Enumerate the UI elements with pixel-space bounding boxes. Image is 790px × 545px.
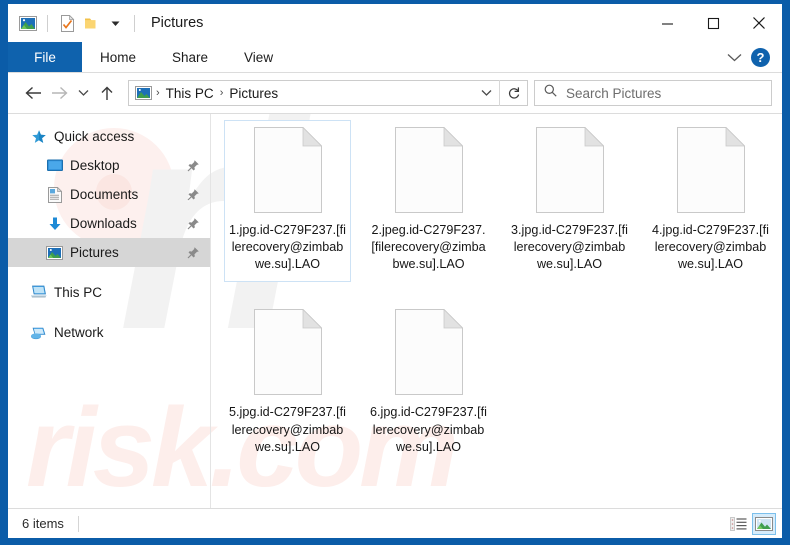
breadcrumb-separator-1[interactable]: › — [153, 87, 163, 99]
search-placeholder: Search Pictures — [566, 85, 662, 101]
generic-file-icon — [535, 126, 604, 213]
file-item[interactable]: 2.jpeg.id-C279F237.[filerecovery@zimbabw… — [365, 120, 492, 282]
help-button[interactable]: ? — [751, 47, 770, 67]
tab-share[interactable]: Share — [154, 42, 226, 72]
window-title: Pictures — [151, 15, 204, 31]
minimize-button[interactable] — [644, 4, 690, 42]
address-field[interactable]: › This PC › Pictures — [128, 80, 528, 106]
file-name-label: 1.jpg.id-C279F237.[filerecovery@zimbabwe… — [229, 223, 346, 272]
explorer-body: rl risk.com Quick access Desktop Documen… — [8, 113, 782, 508]
tab-file[interactable]: File — [8, 42, 82, 72]
file-item[interactable]: 5.jpg.id-C279F237.[filerecovery@zimbabwe… — [224, 302, 351, 464]
search-input[interactable]: Search Pictures — [534, 80, 772, 106]
sidebar-item-documents[interactable]: Documents — [8, 180, 210, 209]
ribbon-tabs: File Home Share View ? — [8, 42, 782, 73]
status-bar: 6 items — [8, 508, 782, 538]
sidebar-item-label: Desktop — [70, 158, 120, 173]
new-folder-icon[interactable] — [79, 11, 103, 35]
file-name-label: 3.jpg.id-C279F237.[filerecovery@zimbabwe… — [511, 223, 628, 272]
title-bar: Pictures — [8, 4, 782, 42]
view-toggle-group — [726, 512, 776, 535]
file-name-label: 6.jpg.id-C279F237.[filerecovery@zimbabwe… — [370, 405, 487, 454]
pin-icon[interactable] — [186, 217, 200, 231]
file-name-label: 4.jpg.id-C279F237.[filerecovery@zimbabwe… — [652, 223, 769, 272]
file-list-view[interactable]: 1.jpg.id-C279F237.[filerecovery@zimbabwe… — [210, 114, 782, 508]
sidebar-item-network[interactable]: Network — [8, 318, 210, 347]
close-button[interactable] — [736, 4, 782, 42]
file-item[interactable]: 4.jpg.id-C279F237.[filerecovery@zimbabwe… — [647, 120, 774, 282]
generic-file-icon — [253, 308, 322, 396]
quick-access-toolbar — [8, 11, 142, 35]
sidebar-item-quick-access[interactable]: Quick access — [8, 122, 210, 151]
pin-icon[interactable] — [186, 246, 200, 260]
sidebar-item-label: Network — [54, 325, 104, 340]
back-button[interactable] — [20, 80, 46, 106]
desktop-icon — [46, 157, 63, 174]
sidebar-item-label: Quick access — [54, 129, 135, 144]
sidebar-item-label: Downloads — [70, 216, 137, 231]
generic-file-icon — [394, 126, 463, 213]
generic-file-icon — [253, 126, 322, 213]
file-name-label: 5.jpg.id-C279F237.[filerecovery@zimbabwe… — [229, 405, 346, 454]
pictures-icon — [46, 244, 63, 261]
sidebar-item-label: This PC — [54, 285, 103, 300]
generic-file-icon — [676, 126, 745, 213]
details-view-button[interactable] — [726, 513, 750, 535]
network-icon — [30, 324, 47, 341]
file-item[interactable]: 1.jpg.id-C279F237.[filerecovery@zimbabwe… — [224, 120, 351, 283]
sidebar-item-pictures[interactable]: Pictures — [8, 238, 210, 267]
address-bar: › This PC › Pictures Search Pictures — [8, 73, 782, 113]
chevron-down-icon[interactable] — [720, 44, 748, 70]
star-icon — [30, 128, 47, 145]
breadcrumb-pictures[interactable]: Pictures — [226, 86, 281, 101]
this-pc-icon — [30, 284, 47, 301]
up-button[interactable] — [94, 80, 120, 106]
file-item[interactable]: 3.jpg.id-C279F237.[filerecovery@zimbabwe… — [506, 120, 633, 282]
file-item[interactable]: 6.jpg.id-C279F237.[filerecovery@zimbabwe… — [365, 302, 492, 464]
breadcrumb-separator-2[interactable]: › — [217, 87, 227, 99]
navigation-pane: Quick access Desktop Documents Downloads… — [8, 114, 210, 508]
downloads-icon — [46, 215, 63, 232]
item-count-label: 6 items — [22, 516, 64, 531]
sidebar-item-label: Documents — [70, 187, 139, 202]
pin-icon[interactable] — [186, 188, 200, 202]
sidebar-item-downloads[interactable]: Downloads — [8, 209, 210, 238]
qat-separator-2 — [134, 14, 135, 32]
breadcrumb-this-pc[interactable]: This PC — [163, 86, 217, 101]
pictures-breadcrumb-icon — [135, 85, 153, 101]
documents-icon — [46, 186, 63, 203]
file-explorer-window: Pictures File Home Share View ? › This P… — [8, 4, 782, 538]
ribbon-right-controls: ? — [720, 42, 782, 72]
pin-icon[interactable] — [186, 159, 200, 173]
tab-home[interactable]: Home — [82, 42, 154, 72]
status-separator — [77, 515, 79, 532]
sidebar-item-this-pc[interactable]: This PC — [8, 278, 210, 307]
pictures-folder-icon[interactable] — [16, 11, 40, 35]
large-icons-view-button[interactable] — [752, 512, 776, 535]
sidebar-item-desktop[interactable]: Desktop — [8, 151, 210, 180]
maximize-button[interactable] — [690, 4, 736, 42]
properties-icon[interactable] — [55, 11, 79, 35]
qat-separator-1 — [47, 14, 48, 32]
address-dropdown-icon[interactable] — [473, 81, 499, 105]
recent-locations-button[interactable] — [72, 80, 94, 106]
tab-view[interactable]: View — [226, 42, 291, 72]
generic-file-icon — [394, 308, 463, 396]
sidebar-item-label: Pictures — [70, 245, 119, 260]
file-name-label: 2.jpeg.id-C279F237.[filerecovery@zimbabw… — [371, 223, 486, 272]
customize-qat-icon[interactable] — [103, 11, 127, 35]
window-controls — [644, 4, 782, 42]
forward-button[interactable] — [46, 80, 72, 106]
refresh-icon[interactable] — [499, 80, 527, 106]
search-icon — [544, 84, 557, 102]
